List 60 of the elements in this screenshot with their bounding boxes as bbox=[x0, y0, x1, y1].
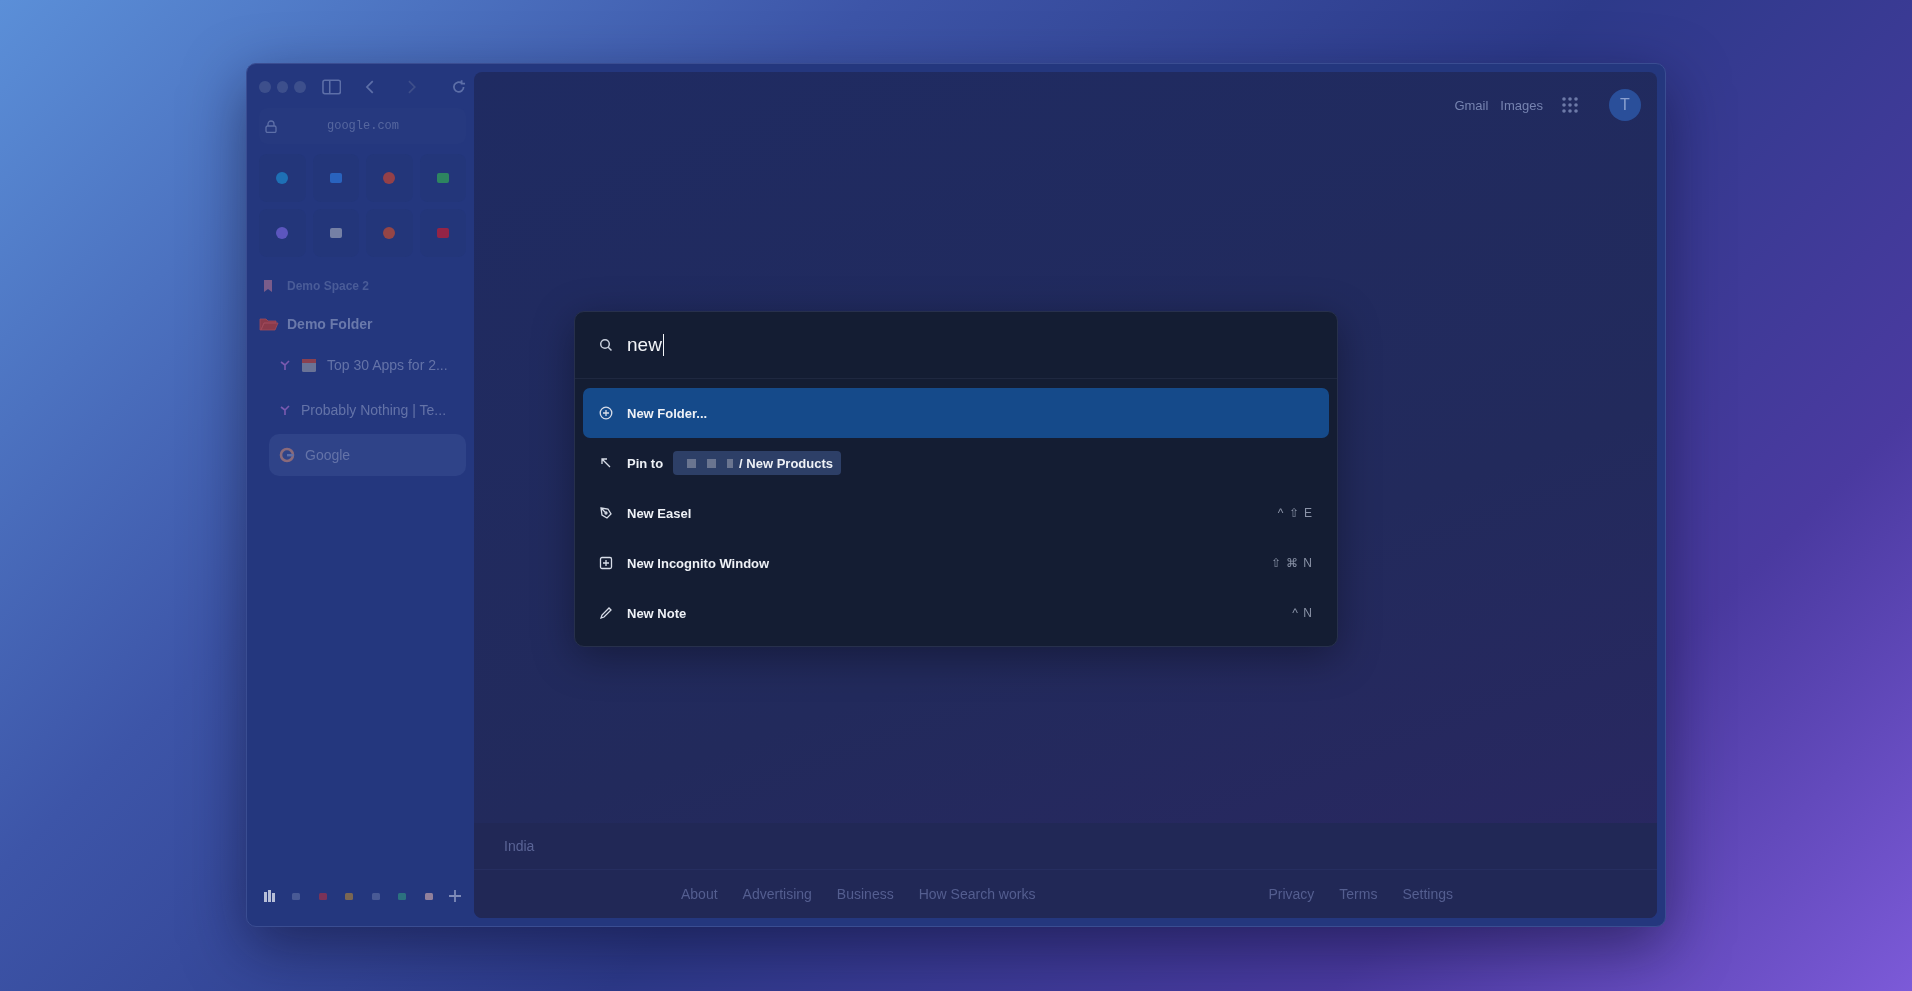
tab-item[interactable]: Probably Nothing | Te... bbox=[259, 389, 466, 431]
favorite-tile[interactable] bbox=[259, 209, 306, 257]
site-icon bbox=[381, 170, 398, 186]
favorite-tile[interactable] bbox=[366, 209, 413, 257]
plus-square-icon bbox=[599, 556, 613, 570]
sidebar-toggle-icon[interactable] bbox=[321, 79, 342, 95]
apps-grid-icon[interactable] bbox=[1561, 96, 1579, 114]
favorite-tile[interactable] bbox=[259, 154, 306, 202]
favorite-tile[interactable] bbox=[312, 209, 359, 257]
shortcut: ^ N bbox=[1292, 606, 1313, 620]
plus-circle-icon bbox=[599, 406, 613, 420]
site-icon bbox=[274, 225, 291, 241]
favorite-tile[interactable] bbox=[366, 154, 413, 202]
footer-link[interactable]: Settings bbox=[1402, 886, 1453, 902]
folder-item[interactable]: Demo Folder bbox=[259, 307, 466, 341]
folder-chip: / New Products bbox=[673, 451, 842, 475]
lock-icon bbox=[265, 119, 277, 133]
avatar[interactable]: T bbox=[1609, 89, 1641, 121]
library-icon[interactable] bbox=[263, 889, 277, 903]
country-label: India bbox=[474, 823, 1657, 870]
search-icon bbox=[599, 338, 613, 352]
folder-icon bbox=[259, 316, 279, 332]
footer-link[interactable]: Advertising bbox=[742, 886, 812, 902]
command-item[interactable]: New Incognito Window ⇧ ⌘ N bbox=[583, 538, 1329, 588]
tab-item[interactable]: Top 30 Apps for 2... bbox=[259, 344, 466, 386]
command-item[interactable]: New Folder... bbox=[583, 388, 1329, 438]
command-item[interactable]: Pin to / New Products bbox=[583, 438, 1329, 488]
site-icon bbox=[381, 225, 398, 241]
footer-link[interactable]: About bbox=[681, 886, 718, 902]
shortcut: ^ ⇧ E bbox=[1277, 506, 1313, 520]
pencil-icon bbox=[599, 606, 613, 620]
site-icon bbox=[327, 170, 344, 186]
window-control[interactable] bbox=[294, 81, 306, 93]
reload-icon[interactable] bbox=[450, 79, 466, 95]
arrow-icon bbox=[599, 456, 613, 470]
footer-link[interactable]: Privacy bbox=[1268, 886, 1315, 902]
search-field[interactable]: new bbox=[627, 334, 664, 356]
window-control[interactable] bbox=[276, 81, 289, 93]
pen-icon bbox=[599, 506, 613, 520]
plus-icon[interactable] bbox=[447, 889, 462, 903]
footer-link[interactable]: How Search works bbox=[918, 886, 1036, 902]
site-icon bbox=[274, 170, 291, 186]
shortcut: ⇧ ⌘ N bbox=[1270, 556, 1313, 570]
site-icon bbox=[434, 170, 451, 186]
favorite-tile[interactable] bbox=[419, 154, 466, 202]
back-icon[interactable] bbox=[365, 80, 375, 94]
favorite-tile[interactable] bbox=[312, 154, 359, 202]
command-item[interactable]: New Note ^ N bbox=[583, 588, 1329, 638]
favorite-tile[interactable] bbox=[419, 209, 466, 257]
calendar-icon bbox=[301, 357, 317, 373]
window-control[interactable] bbox=[259, 81, 271, 93]
site-icon bbox=[434, 225, 451, 241]
footer-link[interactable]: Business bbox=[836, 886, 894, 902]
footer-link[interactable]: Terms bbox=[1339, 886, 1378, 902]
header-link[interactable]: Images bbox=[1500, 97, 1543, 113]
command-item[interactable]: New Easel ^ ⇧ E bbox=[583, 488, 1329, 538]
site-icon bbox=[327, 225, 344, 241]
forward-icon[interactable] bbox=[406, 80, 417, 94]
bookmark-icon bbox=[263, 279, 273, 293]
header-link[interactable]: Gmail bbox=[1454, 97, 1489, 113]
